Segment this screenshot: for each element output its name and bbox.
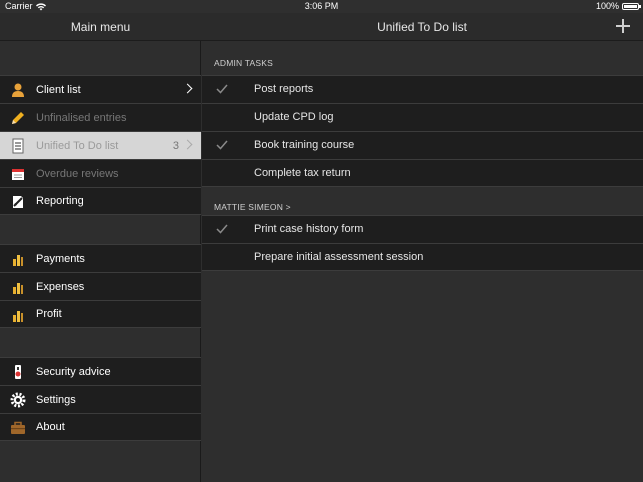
person-icon	[12, 83, 24, 97]
sidebar-item-label: Security advice	[36, 365, 111, 378]
sidebar-item-unified-todo[interactable]: Unified To Do list 3	[0, 131, 201, 159]
task-label: Print case history form	[254, 223, 364, 235]
task-label: Prepare initial assessment session	[254, 251, 424, 263]
bar-chart-icon	[13, 255, 23, 266]
task-group-admin: Post reports Update CPD log Book trainin…	[202, 75, 643, 187]
sidebar-item-label: Overdue reviews	[36, 167, 119, 180]
pencil-icon	[12, 112, 24, 124]
battery-icon	[622, 3, 641, 10]
status-bar: Carrier 3:06 PM 100%	[0, 0, 643, 13]
add-button[interactable]	[615, 18, 631, 34]
task-row[interactable]: Update CPD log	[202, 103, 643, 131]
task-row[interactable]: Book training course	[202, 131, 643, 159]
task-label: Post reports	[254, 83, 314, 95]
sidebar-item-label: Settings	[36, 393, 76, 406]
menu-group-main: Client list Unfinalised entries Unified …	[0, 75, 201, 215]
checkmark-icon	[216, 140, 228, 150]
sidebar-item-settings[interactable]: Settings	[0, 385, 201, 413]
report-icon	[13, 196, 23, 208]
menu-group-finance: Payments Expenses Profit	[0, 244, 201, 328]
task-row[interactable]: Complete tax return	[202, 159, 643, 187]
battery-indicator: 100%	[595, 0, 641, 13]
sidebar-item-unfinalised-entries[interactable]: Unfinalised entries	[0, 103, 201, 131]
task-label: Update CPD log	[254, 111, 334, 123]
sidebar-item-label: Expenses	[36, 280, 85, 293]
task-row[interactable]: Prepare initial assessment session	[202, 243, 643, 271]
section-header-admin-tasks: ADMIN TASKS	[214, 58, 274, 68]
main-menu-title: Main menu	[70, 20, 131, 34]
task-label: Book training course	[254, 139, 355, 151]
sidebar-item-label: Client list	[36, 83, 81, 96]
sidebar-item-payments[interactable]: Payments	[0, 244, 201, 272]
todo-list-panel: ADMIN TASKS Post reports Update CPD log …	[202, 41, 643, 482]
lock-icon	[15, 365, 21, 379]
task-label: Complete tax return	[254, 167, 351, 179]
sidebar-item-security-advice[interactable]: Security advice	[0, 357, 201, 385]
sidebar-item-label: Profit	[36, 308, 62, 320]
task-group-client: Print case history form Prepare initial …	[202, 215, 643, 271]
sidebar-item-reporting[interactable]: Reporting	[0, 187, 201, 215]
chevron-right-icon	[182, 83, 193, 94]
gear-icon	[10, 392, 26, 408]
calendar-icon	[12, 169, 24, 180]
task-row[interactable]: Post reports	[202, 75, 643, 103]
briefcase-icon	[11, 421, 25, 434]
battery-percent: 100%	[595, 1, 619, 11]
bar-chart-icon	[13, 311, 23, 322]
sidebar: Client list Unfinalised entries Unified …	[0, 41, 201, 482]
chevron-right-icon	[182, 139, 193, 150]
sidebar-item-profit[interactable]: Profit	[0, 300, 201, 328]
checkmark-icon	[216, 224, 228, 234]
clock: 3:06 PM	[304, 1, 339, 11]
page-title: Unified To Do list	[377, 20, 467, 34]
sidebar-item-label: Unfinalised entries	[36, 111, 127, 124]
task-row[interactable]: Print case history form	[202, 215, 643, 243]
sidebar-item-about[interactable]: About	[0, 413, 201, 441]
sidebar-item-client-list[interactable]: Client list	[0, 75, 201, 103]
navigation-bar: Main menu Unified To Do list	[0, 13, 643, 41]
sidebar-item-expenses[interactable]: Expenses	[0, 272, 201, 300]
checkmark-icon	[216, 84, 228, 94]
sidebar-item-label: About	[36, 421, 65, 433]
sidebar-item-label: Reporting	[36, 195, 84, 207]
bar-chart-icon	[13, 283, 23, 294]
count-badge: 3	[172, 139, 179, 152]
sidebar-item-label: Unified To Do list	[36, 139, 119, 152]
menu-group-info: Security advice Settings About	[0, 357, 201, 441]
checklist-icon	[12, 138, 24, 154]
sidebar-item-overdue-reviews[interactable]: Overdue reviews	[0, 159, 201, 187]
sidebar-item-label: Payments	[36, 252, 85, 265]
section-header-client[interactable]: MATTIE SIMEON >	[214, 202, 291, 212]
